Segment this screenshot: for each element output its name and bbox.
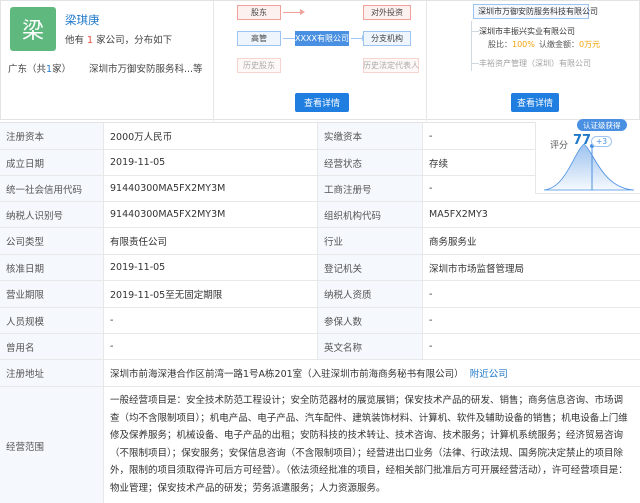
label-cell: 营业期限 [0,281,103,307]
score-label: 评分 [550,141,569,151]
divider [213,1,214,121]
label-cell: 登记机关 [317,255,422,280]
label-cell: 纳税人资质 [317,281,422,307]
value-cell: 2019-11-05至无固定期限 [103,281,317,307]
label-cell: 经营状态 [317,150,422,175]
executive-node: 高管 [237,31,281,46]
value-cell: 91440300MA5FX2MY3M [103,176,317,201]
view-detail-button[interactable]: 查看详情 [295,93,349,112]
label-cell: 注册资本 [0,123,103,149]
table-row-address: 注册地址 深圳市前海深港合作区前湾一路1号A栋201室（入驻深圳市前海商务秘书有… [0,360,640,387]
company-node: 深圳市万御安防服务科技有限公司 [473,4,598,19]
divider [426,1,427,121]
value-cell: 深圳市市场监督管理局 [422,255,640,280]
arrow [351,35,367,41]
region-label: 广东（共 [8,64,47,75]
label-cell: 曾用名 [0,334,103,359]
company-count: 1 [87,35,94,46]
avatar: 梁 [10,7,56,51]
label-cell: 英文名称 [317,334,422,359]
share-ratio-value: 100% [512,40,535,49]
label-cell: 实缴资本 [317,123,422,149]
business-scope-text: 一般经营项目是：安全技术防范工程设计；安全防范器材的展览展销；保安技术产品的研发… [103,387,640,503]
table-row: 公司类型 有限责任公司 行业 商务服务业 [0,228,640,255]
arrow [283,9,305,15]
nearby-companies-link[interactable]: 附近公司 [470,366,508,380]
view-detail-button-2[interactable]: 查看详情 [511,93,559,112]
investment-node: 对外投资 [363,5,411,20]
label-cell: 经营范围 [0,387,103,503]
label-cell: 纳税人识别号 [0,202,103,227]
connector [471,63,479,64]
table-row: 人员规模 - 参保人数 - [0,308,640,334]
history-shareholder-node: 历史股东 [237,58,281,73]
label-cell: 人员规模 [0,308,103,333]
capital-label: 认缴金额： [539,40,579,49]
avatar-char: 梁 [21,19,44,44]
score-value: 77 [573,133,592,148]
summary-prefix: 他有 [65,35,85,46]
history-legal-node: 历史法定代表人 [363,58,419,73]
label-cell: 注册地址 [0,360,103,386]
capital-value: 0万元 [579,40,601,49]
value-cell: - [422,123,535,149]
certification-badge: 认证级获得 [577,119,627,131]
value-cell: 2019-11-05 [103,150,317,175]
value-cell: 存续 [422,150,535,175]
region-suffix: 家） [52,64,72,75]
share-ratio-label: 股比： [488,40,512,49]
value-cell: - [103,308,317,333]
shareholder-node: 股东 [237,5,281,20]
company-short-link[interactable]: 深圳市万御安防服务科...等 [89,61,203,75]
center-company-node: XXXX有限公司 [295,31,349,46]
label-cell: 行业 [317,228,422,254]
value-cell: 91440300MA5FX2MY3M [103,202,317,227]
value-cell: - [422,281,640,307]
branch-node: 分支机构 [363,31,411,46]
label-cell: 核准日期 [0,255,103,280]
region-filter[interactable]: 广东（共1家） [8,61,71,75]
subscribed-capital: 认缴金额：0万元 [539,39,600,50]
value-cell: - [422,334,640,359]
share-ratio: 股比：100% [488,39,535,50]
table-row: 纳税人识别号 91440300MA5FX2MY3M 组织机构代码 MA5FX2M… [0,202,640,228]
table-row: 营业期限 2019-11-05至无固定期限 纳税人资质 - [0,281,640,308]
address-text: 深圳市前海深港合作区前湾一路1号A栋201室（入驻深圳市前海商务秘书有限公司） [110,369,464,380]
history-company-name: 丰裕资产管理（深圳）有限公司 [479,59,591,68]
value-cell: - [103,334,317,359]
table-row: 核准日期 2019-11-05 登记机关 深圳市市场监督管理局 [0,255,640,281]
address-value: 深圳市前海深港合作区前湾一路1号A栋201室（入驻深圳市前海商务秘书有限公司） … [103,360,640,386]
table-row: 曾用名 - 英文名称 - [0,334,640,360]
label-cell: 参保人数 [317,308,422,333]
connector [471,31,479,32]
person-name-link[interactable]: 梁琪庚 [65,12,100,28]
summary-suffix: 家公司，分布如下 [96,35,173,46]
label-cell: 组织机构代码 [317,202,422,227]
value-cell: 商务服务业 [422,228,640,254]
person-summary: 他有 1 家公司，分布如下 [65,32,172,46]
value-cell: - [422,308,640,333]
label-cell: 成立日期 [0,150,103,175]
value-cell: 2019-11-05 [103,255,317,280]
value-cell: 有限责任公司 [103,228,317,254]
label-cell: 统一社会信用代码 [0,176,103,201]
label-cell: 公司类型 [0,228,103,254]
score-delta: +3 [591,136,613,147]
label-cell: 工商注册号 [317,176,422,201]
sub-company-name: 深圳市丰振兴实业有限公司 [479,27,575,36]
table-row-scope: 经营范围 一般经营项目是：安全技术防范工程设计；安全防范器材的展览展销；保安技术… [0,387,640,503]
value-cell: 2000万人民币 [103,123,317,149]
value-cell: MA5FX2MY3 [422,202,640,227]
person-header: 梁 梁琪庚 他有 1 家公司，分布如下 广东（共1家） 深圳市万御安防服务科..… [0,0,640,121]
